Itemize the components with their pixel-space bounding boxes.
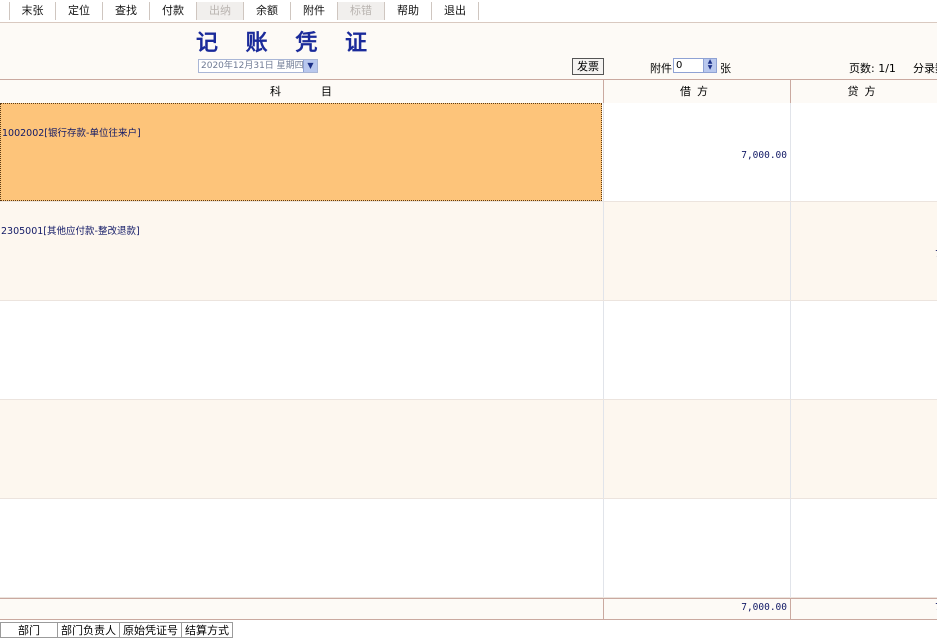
subject-cell[interactable]: [0, 499, 602, 597]
voucher-header: 记 账 凭 证 2020年12月31日 星期四 ▼ 发票 附件 0 ▲ ▼ 张 …: [0, 23, 937, 79]
tab-department[interactable]: 部门: [0, 622, 58, 638]
credit-cell[interactable]: [790, 499, 937, 597]
column-subject: 科目: [270, 85, 372, 98]
help-button[interactable]: 帮助: [385, 2, 432, 20]
debit-cell[interactable]: [603, 400, 789, 498]
total-debit-amount: 7,000.00: [741, 602, 787, 613]
mark-error-button: 标错: [338, 2, 385, 20]
grid-header: 科目 借方 贷方: [0, 79, 937, 105]
debit-cell[interactable]: 7,000.00: [603, 103, 789, 201]
attachment-count-input[interactable]: 0 ▲ ▼: [673, 58, 717, 73]
debit-amount: 7,000.00: [741, 150, 787, 161]
invoice-button[interactable]: 发票: [572, 58, 604, 75]
subject-cell[interactable]: 1002002[银行存款-单位往来户]: [0, 103, 602, 201]
debit-cell[interactable]: [603, 202, 789, 300]
credit-cell[interactable]: [790, 301, 937, 399]
table-row: 1002002[银行存款-单位往来户] 7,000.00: [0, 103, 937, 202]
exit-button[interactable]: 退出: [432, 2, 479, 20]
toolbar: 末张 定位 查找 付款 出纳 余额 附件 标错 帮助 退出: [0, 0, 937, 23]
attachment-count-value: 0: [676, 60, 683, 71]
credit-cell[interactable]: 7: [790, 202, 937, 300]
chevron-down-icon[interactable]: ▼: [303, 60, 317, 72]
table-row: [0, 499, 937, 598]
tab-original-voucher-no[interactable]: 原始凭证号: [119, 622, 182, 638]
table-row: [0, 301, 937, 400]
column-debit: 借方: [603, 80, 790, 104]
table-row: 2305001[其他应付款-整改退款] 7: [0, 202, 937, 301]
total-debit-cell: 7,000.00: [603, 599, 789, 619]
voucher-title: 记 账 凭 证: [196, 30, 377, 56]
subject-cell[interactable]: [0, 400, 602, 498]
debit-cell[interactable]: [603, 301, 789, 399]
attachment-label: 附件: [650, 62, 672, 75]
last-record-button[interactable]: 末张: [9, 2, 56, 20]
spin-down-icon[interactable]: ▼: [704, 65, 716, 71]
debit-cell[interactable]: [603, 499, 789, 597]
attachment-unit: 张: [720, 62, 731, 75]
tab-department-head[interactable]: 部门负责人: [57, 622, 120, 638]
total-credit-cell: 7: [790, 599, 937, 619]
cashier-button: 出纳: [197, 2, 244, 20]
subject-text: 2305001[其他应付款-整改退款]: [1, 226, 140, 237]
footer-tabs: 部门 部门负责人 原始凭证号 结算方式: [0, 620, 937, 640]
find-button[interactable]: 查找: [103, 2, 150, 20]
attachment-spinner[interactable]: ▲ ▼: [703, 59, 716, 72]
credit-cell[interactable]: [790, 400, 937, 498]
date-select[interactable]: 2020年12月31日 星期四 ▼: [198, 59, 318, 73]
balance-button[interactable]: 余额: [244, 2, 291, 20]
table-row: [0, 400, 937, 499]
payment-button[interactable]: 付款: [150, 2, 197, 20]
total-row: 7,000.00 7: [0, 598, 937, 620]
attachment-button[interactable]: 附件: [291, 2, 338, 20]
subject-cell[interactable]: [0, 301, 602, 399]
subject-cell[interactable]: 2305001[其他应付款-整改退款]: [0, 202, 602, 300]
credit-cell[interactable]: [790, 103, 937, 201]
locate-button[interactable]: 定位: [56, 2, 103, 20]
date-value: 2020年12月31日 星期四: [201, 61, 304, 71]
entry-count-label: 分录数: [913, 62, 937, 75]
subject-text: 1002002[银行存款-单位往来户]: [2, 128, 141, 139]
tab-settlement-method[interactable]: 结算方式: [181, 622, 233, 638]
page-info: 页数: 1/1: [849, 62, 896, 75]
column-credit: 贷方: [790, 80, 937, 104]
